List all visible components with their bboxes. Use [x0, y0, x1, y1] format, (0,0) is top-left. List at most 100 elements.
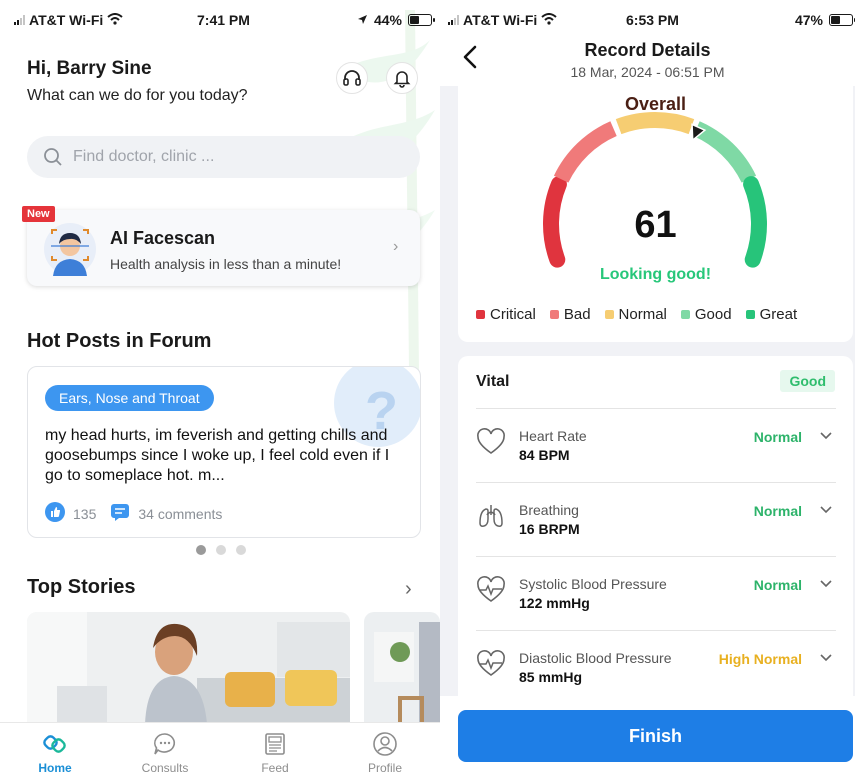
tab-home[interactable]: Home: [0, 723, 110, 776]
person-icon: [373, 732, 397, 756]
legend-item-good: Good: [680, 306, 732, 323]
legend-swatch: [680, 310, 690, 319]
vital-value: 85 mmHg: [519, 669, 583, 685]
legend-item-critical: Critical: [476, 306, 536, 323]
search-input[interactable]: [73, 148, 373, 166]
vital-name: Heart Rate: [519, 428, 587, 444]
battery: 47%: [795, 12, 855, 28]
vital-status: Normal: [753, 577, 802, 593]
tab-label: Home: [38, 761, 72, 775]
legend-swatch: [476, 310, 485, 319]
carousel-dot[interactable]: [196, 545, 206, 555]
carousel-dot[interactable]: [236, 545, 246, 555]
chevron-down-icon[interactable]: [820, 649, 832, 665]
heart-pulse-icon: [477, 650, 505, 676]
chevron-down-icon[interactable]: [820, 501, 832, 517]
battery: 44%: [357, 12, 435, 28]
chevron-right-icon: ›: [393, 238, 399, 255]
post-meta: 135 34 comments: [45, 502, 222, 525]
bottom-tab-bar: Home Consults Feed Profile: [0, 722, 440, 776]
tab-profile[interactable]: Profile: [330, 723, 440, 776]
clock: 7:41 PM: [197, 12, 250, 28]
vital-status: Normal: [753, 429, 802, 445]
battery-icon: [829, 14, 855, 26]
ai-facescan-card[interactable]: AI Facescan Health analysis in less than…: [27, 210, 420, 286]
gauge-legend: Critical Bad Normal Good Great: [476, 306, 797, 323]
tab-consults[interactable]: Consults: [110, 723, 220, 776]
greeting: Hi, Barry Sine: [27, 58, 152, 79]
header: Record Details 18 Mar, 2024 - 06:51 PM: [440, 40, 855, 86]
vital-value: 122 mmHg: [519, 595, 590, 611]
newspaper-icon: [265, 733, 285, 755]
overall-score: 61: [634, 204, 677, 246]
status-bar: AT&T Wi-Fi 7:41 PM 44%: [0, 0, 440, 40]
wifi-icon: [107, 12, 123, 28]
search-bar[interactable]: [27, 136, 420, 178]
post-tag[interactable]: Ears, Nose and Throat: [45, 385, 214, 411]
finish-button[interactable]: Finish: [458, 710, 853, 762]
new-badge: New: [22, 206, 55, 222]
heart-pulse-icon: [477, 576, 505, 602]
story-image-icon: [27, 612, 350, 724]
post-text: my head hurts, im feverish and getting c…: [45, 427, 390, 484]
ai-facescan-title: AI Facescan: [110, 228, 216, 248]
vital-row-diastolic[interactable]: Diastolic Blood Pressure 85 mmHg High No…: [476, 630, 836, 704]
legend-label: Normal: [618, 306, 667, 323]
carrier: AT&T Wi-Fi: [448, 12, 557, 28]
vital-name: Diastolic Blood Pressure: [519, 650, 672, 666]
signal-icon: [14, 15, 25, 25]
top-stories-chevron-icon[interactable]: ›: [405, 578, 412, 601]
chevron-down-icon[interactable]: [820, 427, 832, 443]
vital-row-breathing[interactable]: Breathing 16 BRPM Normal: [476, 482, 836, 556]
vital-row-systolic[interactable]: Systolic Blood Pressure 122 mmHg Normal: [476, 556, 836, 630]
carrier-name: AT&T Wi-Fi: [463, 12, 538, 28]
legend-item-bad: Bad: [549, 306, 591, 323]
score-gauge: [543, 112, 767, 268]
chevron-down-icon[interactable]: [820, 575, 832, 591]
tab-label: Profile: [367, 761, 402, 775]
wifi-icon: [541, 12, 557, 28]
carrier: AT&T Wi-Fi: [14, 12, 123, 28]
face-scan-avatar-icon: [44, 223, 96, 276]
location-arrow-icon: [357, 12, 368, 28]
gauge-segment-normal: [615, 112, 695, 135]
vital-value: 84 BPM: [519, 447, 570, 463]
home-screen: AT&T Wi-Fi 7:41 PM 44% Hi, Barry Sine Wh…: [0, 0, 440, 776]
battery-icon: [408, 14, 435, 26]
headset-icon: [343, 70, 361, 86]
carousel-dot[interactable]: [216, 545, 226, 555]
thumbs-up-icon[interactable]: [45, 502, 65, 525]
greeting-subtitle: What can we do for you today?: [27, 87, 248, 104]
tab-label: Feed: [261, 761, 289, 775]
heart-icon: [477, 428, 505, 454]
support-button[interactable]: [336, 62, 368, 94]
comments-count: 34 comments: [138, 505, 223, 522]
likes-count: 135: [73, 505, 97, 522]
story-image-icon: [364, 612, 440, 724]
home-icon: [43, 735, 66, 753]
signal-icon: [448, 15, 459, 25]
legend-label: Bad: [563, 306, 591, 323]
vital-name: Systolic Blood Pressure: [519, 576, 667, 592]
story-card[interactable]: [364, 612, 440, 724]
legend-label: Good: [694, 306, 732, 323]
legend-item-great: Great: [745, 306, 797, 323]
status-bar: AT&T Wi-Fi 6:53 PM 47%: [440, 0, 855, 40]
legend-item-normal: Normal: [604, 306, 667, 323]
record-date: 18 Mar, 2024 - 06:51 PM: [570, 64, 725, 80]
tab-feed[interactable]: Feed: [220, 723, 330, 776]
story-card[interactable]: [27, 612, 350, 724]
vital-status-badge: Good: [780, 370, 835, 392]
ai-facescan-subtitle: Health analysis in less than a minute!: [110, 256, 342, 272]
vital-name: Breathing: [519, 502, 579, 518]
forum-post-card[interactable]: ? Ears, Nose and Throat my head hurts, i…: [27, 366, 421, 538]
comment-icon[interactable]: [110, 502, 130, 525]
page-title: Record Details: [584, 40, 711, 60]
record-details-screen: AT&T Wi-Fi 6:53 PM 47% Record Details 18…: [440, 0, 855, 776]
vital-row-heart-rate[interactable]: Heart Rate 84 BPM Normal: [476, 408, 836, 482]
clock: 6:53 PM: [626, 12, 679, 28]
lungs-icon: [479, 505, 503, 527]
notifications-button[interactable]: [386, 62, 418, 94]
vital-status: High Normal: [718, 651, 802, 667]
footer: Finish: [440, 696, 855, 776]
